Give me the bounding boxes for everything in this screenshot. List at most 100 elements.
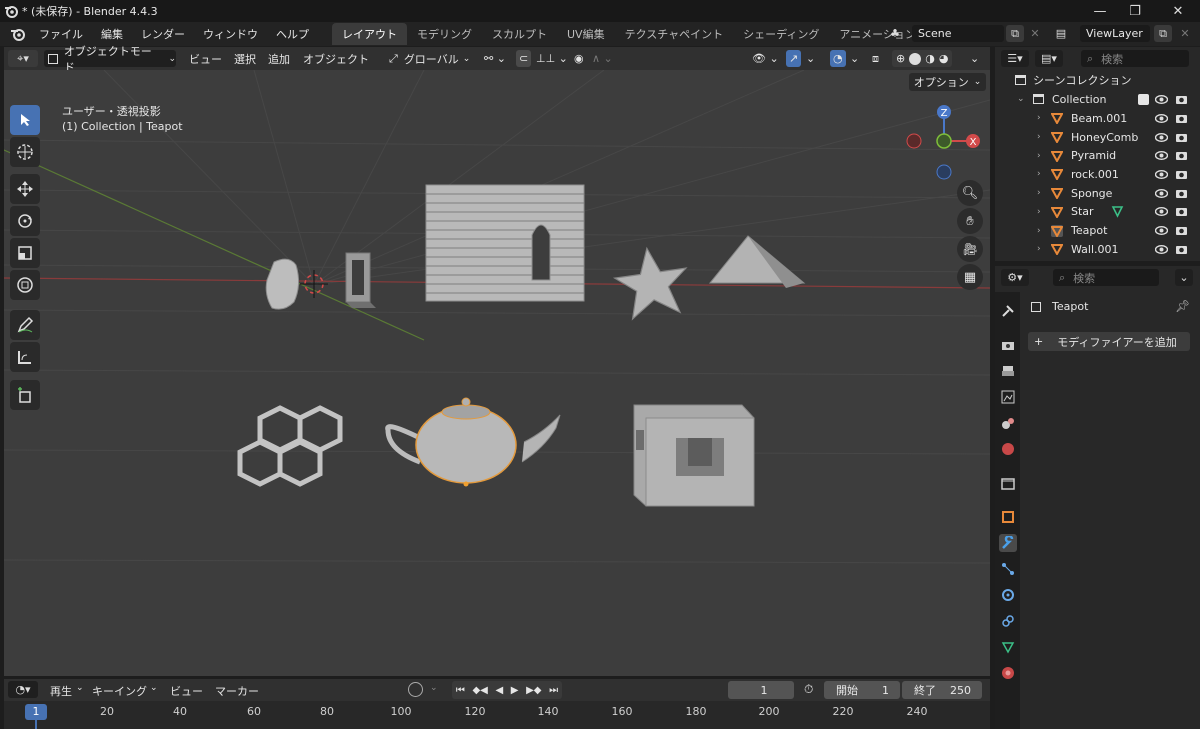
cursor-tool-button[interactable]: [10, 137, 40, 167]
checkbox-icon[interactable]: [1138, 93, 1149, 105]
rotate-tool-button[interactable]: [10, 206, 40, 236]
eye-icon[interactable]: [1155, 205, 1168, 218]
snap-icon[interactable]: ⊂: [516, 50, 532, 67]
jump-start-icon[interactable]: ⏮: [456, 685, 465, 696]
camera-icon[interactable]: [1175, 149, 1188, 162]
camera-icon[interactable]: [1175, 243, 1188, 256]
new-view-layer-icon[interactable]: ⧉: [1154, 25, 1172, 42]
proportional-editing-icon[interactable]: ◉: [574, 50, 584, 67]
editor-type-icon[interactable]: ⌖▾: [8, 50, 38, 67]
camera-icon[interactable]: [1175, 131, 1188, 144]
jump-end-icon[interactable]: ⏭: [549, 685, 558, 696]
gizmo-neg-x-icon[interactable]: [906, 133, 922, 149]
tab-layout[interactable]: レイアウト: [332, 23, 407, 45]
3d-viewport[interactable]: ユーザー・透視投影 (1) Collection | Teapot Z X オプ…: [4, 70, 990, 676]
scene-collection-row[interactable]: シーンコレクション: [995, 71, 1200, 90]
collection-tab-icon[interactable]: [999, 474, 1017, 492]
scene-field[interactable]: Scene: [912, 25, 1004, 42]
outliner-row[interactable]: › rock.001: [995, 165, 1200, 184]
chevron-right-icon[interactable]: ›: [1037, 188, 1041, 198]
solid-shading-icon[interactable]: [909, 52, 922, 65]
modifier-wrench-icon[interactable]: [1111, 205, 1124, 219]
menu-keying[interactable]: キーイング: [92, 683, 147, 699]
properties-editor-type-icon[interactable]: ⚙▾: [1001, 269, 1029, 286]
current-frame-field[interactable]: 1: [728, 681, 794, 699]
camera-icon[interactable]: [1175, 224, 1188, 237]
chevron-right-icon[interactable]: ›: [1037, 113, 1041, 123]
transform-orientation-dropdown[interactable]: ⤢ グローバル ⌄: [389, 50, 470, 67]
overlay-icon[interactable]: ◔: [830, 50, 846, 67]
camera-icon[interactable]: [1175, 168, 1188, 181]
outliner-row[interactable]: › Wall.001: [995, 240, 1200, 259]
scene-icon[interactable]: ♣: [886, 25, 904, 42]
view-layer-tab-icon[interactable]: [999, 388, 1017, 406]
menu-timeline-view[interactable]: ビュー: [170, 683, 203, 699]
tab-uv-editing[interactable]: UV編集: [557, 23, 615, 45]
gizmo-neg-z-icon[interactable]: [936, 164, 952, 180]
star-object[interactable]: [611, 243, 692, 321]
ortho-grid-icon[interactable]: ▦: [957, 264, 983, 290]
stopwatch-icon[interactable]: ⏱︎: [804, 682, 813, 697]
scale-tool-button[interactable]: [10, 238, 40, 268]
gizmo-dropdown-icon[interactable]: ⌄: [806, 50, 815, 67]
material-tab-icon[interactable]: [999, 664, 1017, 682]
remove-view-layer-icon[interactable]: ✕: [1176, 25, 1194, 42]
honeycomb-object[interactable]: [237, 405, 343, 487]
chevron-right-icon[interactable]: ›: [1037, 244, 1041, 254]
falloff-icon[interactable]: ∧ ⌄: [592, 50, 613, 67]
chevron-right-icon[interactable]: ›: [1037, 151, 1041, 161]
modifier-tab-icon[interactable]: [999, 534, 1017, 552]
close-button[interactable]: ✕: [1158, 0, 1198, 22]
end-frame-field[interactable]: 終了 250: [902, 681, 982, 699]
outliner-editor-type-icon[interactable]: ☰▾: [1001, 50, 1029, 67]
minimize-button[interactable]: —: [1080, 0, 1120, 22]
new-scene-icon[interactable]: ⧉: [1006, 25, 1024, 42]
menu-render[interactable]: レンダー: [132, 26, 194, 42]
display-mode-icon[interactable]: ▤▾: [1035, 50, 1063, 67]
eye-icon[interactable]: [1155, 93, 1168, 106]
menu-marker[interactable]: マーカー: [215, 683, 259, 699]
render-tab-icon[interactable]: [999, 336, 1017, 354]
pin-icon[interactable]: 📌︎: [1175, 299, 1190, 313]
constraints-tab-icon[interactable]: [999, 612, 1017, 630]
outliner-search-input[interactable]: ⌕ 検索: [1081, 50, 1189, 67]
camera-icon[interactable]: [1175, 93, 1188, 106]
chevron-right-icon[interactable]: ›: [1037, 132, 1041, 142]
tab-modeling[interactable]: モデリング: [407, 23, 482, 45]
menu-object[interactable]: オブジェクト: [303, 50, 369, 67]
transform-tool-button[interactable]: [10, 270, 40, 300]
select-tool-button[interactable]: [10, 105, 40, 135]
menu-select[interactable]: 選択: [234, 50, 256, 67]
sponge-object[interactable]: [633, 404, 755, 507]
gizmo-icon[interactable]: ↗: [786, 50, 802, 67]
outliner-row[interactable]: › Sponge: [995, 184, 1200, 203]
pivot-point-icon[interactable]: ⚯ ⌄: [484, 50, 506, 67]
collection-row[interactable]: ⌄ Collection: [995, 90, 1200, 109]
outliner-row[interactable]: › Teapot: [995, 221, 1200, 240]
camera-icon[interactable]: [1175, 205, 1188, 218]
move-tool-button[interactable]: [10, 174, 40, 204]
chevron-down-icon[interactable]: ⌄: [1017, 94, 1025, 104]
measure-tool-button[interactable]: [10, 342, 40, 372]
chevron-right-icon[interactable]: ›: [1037, 207, 1041, 217]
outliner-row[interactable]: › HoneyComb: [995, 128, 1200, 147]
eye-icon[interactable]: [1155, 224, 1168, 237]
output-tab-icon[interactable]: [999, 362, 1017, 380]
blender-menu-icon[interactable]: [10, 26, 26, 42]
eye-icon[interactable]: [1155, 243, 1168, 256]
visibility-icon[interactable]: 👁 ⌄: [752, 50, 779, 67]
eye-icon[interactable]: [1155, 131, 1168, 144]
mode-dropdown[interactable]: オブジェクトモード ⌄: [44, 45, 176, 74]
rendered-shading-icon[interactable]: ◕: [939, 52, 949, 65]
next-keyframe-icon[interactable]: ▶◆: [526, 685, 541, 696]
camera-view-icon[interactable]: 🎥︎: [957, 236, 983, 262]
camera-icon[interactable]: [1175, 112, 1188, 125]
navigation-gizmo[interactable]: Z X: [900, 102, 984, 186]
eye-icon[interactable]: [1155, 149, 1168, 162]
menu-help[interactable]: ヘルプ: [267, 26, 318, 42]
chevron-right-icon[interactable]: ›: [1037, 226, 1041, 236]
timeline-editor-type-icon[interactable]: ◔▾: [8, 681, 38, 698]
menu-window[interactable]: ウィンドウ: [194, 26, 267, 42]
object-tab-icon[interactable]: [999, 508, 1017, 526]
snap-target-icon[interactable]: ⊥⊥ ⌄: [536, 50, 568, 67]
